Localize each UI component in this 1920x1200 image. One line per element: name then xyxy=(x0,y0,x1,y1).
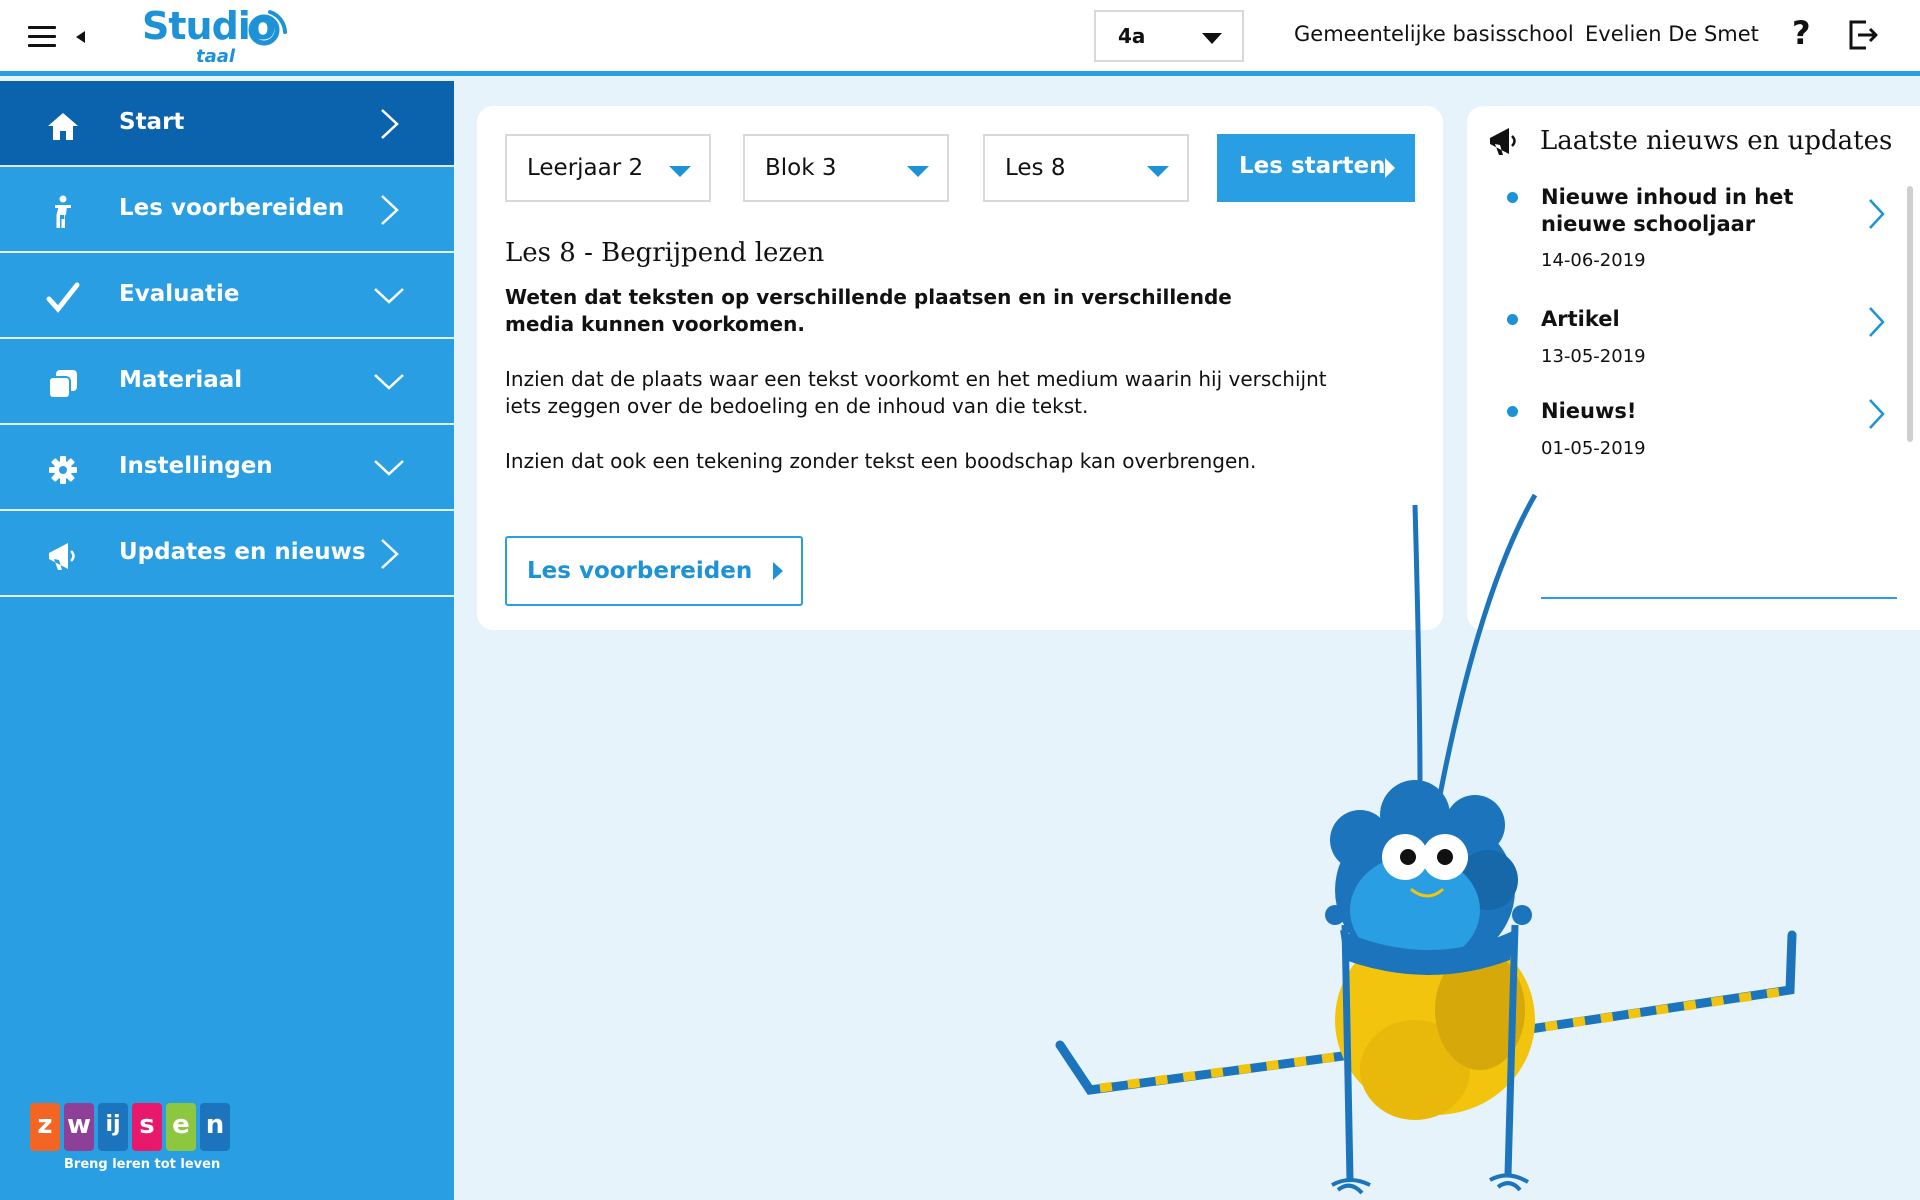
year-select[interactable]: Leerjaar 2 xyxy=(505,134,711,202)
home-icon xyxy=(48,113,78,140)
chevron-right-icon xyxy=(381,195,399,225)
school-name[interactable]: Gemeentelijke basisschool xyxy=(1294,22,1574,46)
lesson-description: Inzien dat de plaats waar een tekst voor… xyxy=(505,367,1327,418)
bullet-icon xyxy=(1507,406,1518,417)
collapse-sidebar-icon[interactable] xyxy=(76,31,85,43)
brand-letter: s xyxy=(132,1103,162,1151)
brand-letter: ij xyxy=(98,1103,128,1151)
sidebar-item-start[interactable]: Start xyxy=(0,81,454,167)
megaphone-icon xyxy=(1490,128,1516,155)
class-select[interactable]: 4a xyxy=(1094,10,1244,62)
chevron-down-icon xyxy=(1147,166,1169,177)
play-arrow-icon xyxy=(773,562,783,580)
studio-taal-logo[interactable]: Studio taal xyxy=(140,4,290,67)
megaphone-icon xyxy=(49,543,75,570)
lesson-title: Les 8 - Begrijpend lezen xyxy=(505,238,825,268)
play-arrow-icon xyxy=(1385,158,1395,178)
sidebar-item-updates-en-nieuws[interactable]: Updates en nieuws xyxy=(0,511,454,597)
sidebar: Start Les voorbereiden Evaluatie Materia… xyxy=(0,81,454,1200)
chevron-down-icon xyxy=(374,460,404,476)
prepare-lesson-button[interactable]: Les voorbereiden xyxy=(505,536,803,606)
brand-letter: z xyxy=(30,1103,60,1151)
chevron-down-icon xyxy=(1202,33,1222,44)
user-name[interactable]: Evelien De Smet xyxy=(1585,22,1759,46)
brand-tagline: Breng leren tot leven xyxy=(64,1157,221,1172)
bullet-icon xyxy=(1507,314,1518,325)
logout-icon[interactable] xyxy=(1846,18,1880,52)
checkmark-icon xyxy=(46,282,80,313)
chevron-right-icon xyxy=(1869,307,1885,337)
chevron-right-icon xyxy=(1869,199,1885,229)
brand-letter: n xyxy=(200,1103,230,1151)
lesson-goal: Weten dat teksten op verschillende plaat… xyxy=(505,285,1232,336)
zwijsen-logo[interactable]: z w ij s e n Breng leren tot leven xyxy=(30,1103,240,1183)
chevron-right-icon xyxy=(381,539,399,569)
menu-icon[interactable] xyxy=(28,26,56,48)
person-icon xyxy=(55,195,71,228)
lesson-select[interactable]: Les 8 xyxy=(983,134,1189,202)
sidebar-item-les-voorbereiden[interactable]: Les voorbereiden xyxy=(0,167,454,253)
chevron-down-icon xyxy=(374,374,404,390)
brand-letter: w xyxy=(64,1103,94,1151)
lesson-description: Inzien dat ook een tekening zonder tekst… xyxy=(505,449,1257,473)
chevron-right-icon xyxy=(1869,399,1885,429)
chevron-down-icon xyxy=(374,288,404,304)
chevron-down-icon xyxy=(669,166,691,177)
chevron-right-icon xyxy=(381,109,399,139)
gear-icon xyxy=(49,456,77,484)
brand-letter: e xyxy=(166,1103,196,1151)
mascot-illustration xyxy=(1055,493,1797,1195)
bullet-icon xyxy=(1507,192,1518,203)
block-select[interactable]: Blok 3 xyxy=(743,134,949,202)
scrollbar[interactable] xyxy=(1907,186,1913,442)
copies-icon xyxy=(48,370,77,399)
top-bar: Studio taal 4a Gemeentelijke basisschool… xyxy=(0,0,1920,76)
start-lesson-button[interactable]: Les starten xyxy=(1217,134,1415,202)
news-title: Laatste nieuws en updates xyxy=(1540,126,1893,156)
sidebar-item-instellingen[interactable]: Instellingen xyxy=(0,425,454,511)
chevron-down-icon xyxy=(907,166,929,177)
help-icon[interactable]: ? xyxy=(1792,14,1811,52)
sidebar-item-materiaal[interactable]: Materiaal xyxy=(0,339,454,425)
sidebar-item-evaluatie[interactable]: Evaluatie xyxy=(0,253,454,339)
